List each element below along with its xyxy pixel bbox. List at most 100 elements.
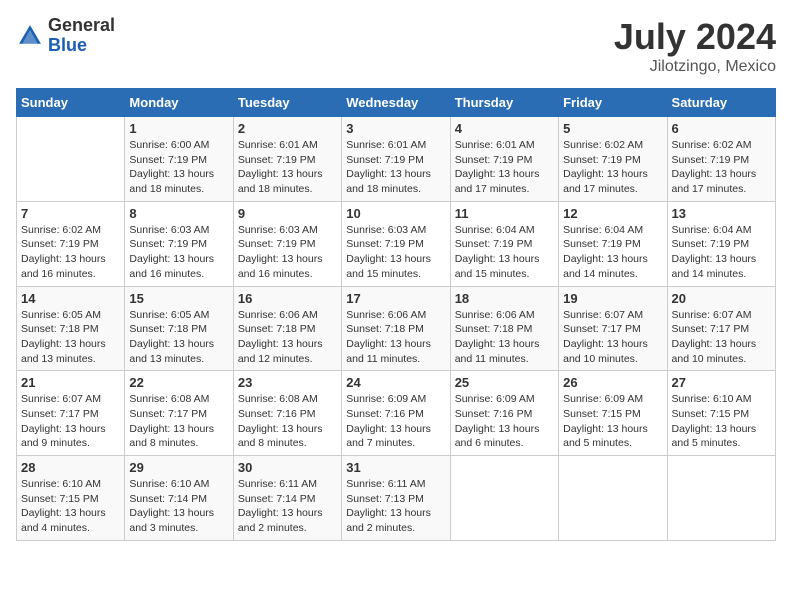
calendar-cell: 17Sunrise: 6:06 AM Sunset: 7:18 PM Dayli… <box>342 286 450 371</box>
day-info: Sunrise: 6:11 AM Sunset: 7:13 PM Dayligh… <box>346 477 445 536</box>
day-info: Sunrise: 6:05 AM Sunset: 7:18 PM Dayligh… <box>21 308 120 367</box>
calendar-cell: 22Sunrise: 6:08 AM Sunset: 7:17 PM Dayli… <box>125 371 233 456</box>
day-number: 15 <box>129 291 228 306</box>
calendar-cell <box>17 117 125 202</box>
location: Jilotzingo, Mexico <box>614 58 776 76</box>
calendar-cell: 14 Sunrise: 6:05 AM Sunset: 7:18 PM Dayli… <box>17 286 125 371</box>
day-number: 10 <box>346 206 445 221</box>
day-info: Sunrise: 6:02 AM Sunset: 7:19 PM Dayligh… <box>672 138 771 197</box>
day-number: 14 <box>21 291 120 306</box>
day-info: Sunrise: 6:04 AM Sunset: 7:19 PM Dayligh… <box>455 223 554 282</box>
calendar-cell <box>667 456 775 541</box>
day-number: 24 <box>346 375 445 390</box>
day-info: Sunrise: 6:02 AM Sunset: 7:19 PM Dayligh… <box>563 138 662 197</box>
calendar-cell: 19Sunrise: 6:07 AM Sunset: 7:17 PM Dayli… <box>559 286 667 371</box>
day-number: 22 <box>129 375 228 390</box>
calendar-cell: 28 Sunrise: 6:10 AM Sunset: 7:15 PM Dayli… <box>17 456 125 541</box>
day-number: 31 <box>346 460 445 475</box>
day-info: Sunrise: 6:01 AM Sunset: 7:19 PM Dayligh… <box>346 138 445 197</box>
day-header-wednesday: Wednesday <box>342 89 450 117</box>
calendar-cell: 27 Sunrise: 6:10 AM Sunset: 7:15 PM Dayli… <box>667 371 775 456</box>
day-info: Sunrise: 6:06 AM Sunset: 7:18 PM Dayligh… <box>238 308 337 367</box>
calendar-cell: 6 Sunrise: 6:02 AM Sunset: 7:19 PM Daylig… <box>667 117 775 202</box>
day-number: 18 <box>455 291 554 306</box>
calendar-cell: 2 Sunrise: 6:01 AM Sunset: 7:19 PM Daylig… <box>233 117 341 202</box>
calendar-header: SundayMondayTuesdayWednesdayThursdayFrid… <box>17 89 776 117</box>
calendar-cell: 1 Sunrise: 6:00 AM Sunset: 7:19 PM Daylig… <box>125 117 233 202</box>
calendar-week-4: 21Sunrise: 6:07 AM Sunset: 7:17 PM Dayli… <box>17 371 776 456</box>
day-info: Sunrise: 6:07 AM Sunset: 7:17 PM Dayligh… <box>672 308 771 367</box>
day-number: 4 <box>455 121 554 136</box>
calendar-cell: 9 Sunrise: 6:03 AM Sunset: 7:19 PM Daylig… <box>233 201 341 286</box>
calendar-cell: 7Sunrise: 6:02 AM Sunset: 7:19 PM Daylig… <box>17 201 125 286</box>
calendar-week-3: 14 Sunrise: 6:05 AM Sunset: 7:18 PM Dayli… <box>17 286 776 371</box>
calendar-cell: 12 Sunrise: 6:04 AM Sunset: 7:19 PM Dayli… <box>559 201 667 286</box>
calendar-cell: 25 Sunrise: 6:09 AM Sunset: 7:16 PM Dayli… <box>450 371 558 456</box>
calendar-cell: 18 Sunrise: 6:06 AM Sunset: 7:18 PM Dayli… <box>450 286 558 371</box>
day-header-friday: Friday <box>559 89 667 117</box>
day-number: 9 <box>238 206 337 221</box>
calendar-cell: 16 Sunrise: 6:06 AM Sunset: 7:18 PM Dayli… <box>233 286 341 371</box>
calendar-cell: 10 Sunrise: 6:03 AM Sunset: 7:19 PM Dayli… <box>342 201 450 286</box>
calendar-cell: 5Sunrise: 6:02 AM Sunset: 7:19 PM Daylig… <box>559 117 667 202</box>
day-number: 20 <box>672 291 771 306</box>
day-header-monday: Monday <box>125 89 233 117</box>
day-number: 16 <box>238 291 337 306</box>
day-number: 23 <box>238 375 337 390</box>
day-info: Sunrise: 6:01 AM Sunset: 7:19 PM Dayligh… <box>455 138 554 197</box>
day-info: Sunrise: 6:09 AM Sunset: 7:16 PM Dayligh… <box>455 392 554 451</box>
day-number: 8 <box>129 206 228 221</box>
calendar-week-5: 28 Sunrise: 6:10 AM Sunset: 7:15 PM Dayli… <box>17 456 776 541</box>
day-header-sunday: Sunday <box>17 89 125 117</box>
day-number: 12 <box>563 206 662 221</box>
day-info: Sunrise: 6:03 AM Sunset: 7:19 PM Dayligh… <box>346 223 445 282</box>
logo-icon <box>16 22 44 50</box>
day-info: Sunrise: 6:03 AM Sunset: 7:19 PM Dayligh… <box>238 223 337 282</box>
calendar-cell: 26 Sunrise: 6:09 AM Sunset: 7:15 PM Dayli… <box>559 371 667 456</box>
calendar-cell: 8Sunrise: 6:03 AM Sunset: 7:19 PM Daylig… <box>125 201 233 286</box>
day-header-saturday: Saturday <box>667 89 775 117</box>
day-number: 27 <box>672 375 771 390</box>
day-number: 28 <box>21 460 120 475</box>
day-info: Sunrise: 6:01 AM Sunset: 7:19 PM Dayligh… <box>238 138 337 197</box>
calendar-week-1: 1 Sunrise: 6:00 AM Sunset: 7:19 PM Daylig… <box>17 117 776 202</box>
day-number: 30 <box>238 460 337 475</box>
day-info: Sunrise: 6:06 AM Sunset: 7:18 PM Dayligh… <box>346 308 445 367</box>
logo: General Blue <box>16 16 115 56</box>
day-header-tuesday: Tuesday <box>233 89 341 117</box>
calendar-cell <box>559 456 667 541</box>
calendar-cell: 21Sunrise: 6:07 AM Sunset: 7:17 PM Dayli… <box>17 371 125 456</box>
day-info: Sunrise: 6:10 AM Sunset: 7:15 PM Dayligh… <box>21 477 120 536</box>
day-info: Sunrise: 6:00 AM Sunset: 7:19 PM Dayligh… <box>129 138 228 197</box>
day-info: Sunrise: 6:09 AM Sunset: 7:16 PM Dayligh… <box>346 392 445 451</box>
calendar-cell: 20 Sunrise: 6:07 AM Sunset: 7:17 PM Dayli… <box>667 286 775 371</box>
title-block: July 2024 Jilotzingo, Mexico <box>614 16 776 76</box>
day-info: Sunrise: 6:06 AM Sunset: 7:18 PM Dayligh… <box>455 308 554 367</box>
day-info: Sunrise: 6:08 AM Sunset: 7:16 PM Dayligh… <box>238 392 337 451</box>
day-number: 3 <box>346 121 445 136</box>
day-number: 6 <box>672 121 771 136</box>
calendar-cell: 3 Sunrise: 6:01 AM Sunset: 7:19 PM Daylig… <box>342 117 450 202</box>
calendar-cell: 23 Sunrise: 6:08 AM Sunset: 7:16 PM Dayli… <box>233 371 341 456</box>
day-number: 25 <box>455 375 554 390</box>
day-number: 29 <box>129 460 228 475</box>
calendar-cell: 4 Sunrise: 6:01 AM Sunset: 7:19 PM Daylig… <box>450 117 558 202</box>
day-info: Sunrise: 6:02 AM Sunset: 7:19 PM Dayligh… <box>21 223 120 282</box>
day-number: 19 <box>563 291 662 306</box>
calendar-cell: 29 Sunrise: 6:10 AM Sunset: 7:14 PM Dayli… <box>125 456 233 541</box>
day-info: Sunrise: 6:04 AM Sunset: 7:19 PM Dayligh… <box>563 223 662 282</box>
calendar-cell: 11 Sunrise: 6:04 AM Sunset: 7:19 PM Dayli… <box>450 201 558 286</box>
day-number: 2 <box>238 121 337 136</box>
calendar-cell: 30 Sunrise: 6:11 AM Sunset: 7:14 PM Dayli… <box>233 456 341 541</box>
day-number: 13 <box>672 206 771 221</box>
day-number: 1 <box>129 121 228 136</box>
day-info: Sunrise: 6:11 AM Sunset: 7:14 PM Dayligh… <box>238 477 337 536</box>
day-info: Sunrise: 6:07 AM Sunset: 7:17 PM Dayligh… <box>21 392 120 451</box>
day-info: Sunrise: 6:09 AM Sunset: 7:15 PM Dayligh… <box>563 392 662 451</box>
day-info: Sunrise: 6:04 AM Sunset: 7:19 PM Dayligh… <box>672 223 771 282</box>
day-number: 26 <box>563 375 662 390</box>
logo-blue-text: Blue <box>48 36 115 56</box>
day-info: Sunrise: 6:10 AM Sunset: 7:14 PM Dayligh… <box>129 477 228 536</box>
day-number: 11 <box>455 206 554 221</box>
day-info: Sunrise: 6:10 AM Sunset: 7:15 PM Dayligh… <box>672 392 771 451</box>
